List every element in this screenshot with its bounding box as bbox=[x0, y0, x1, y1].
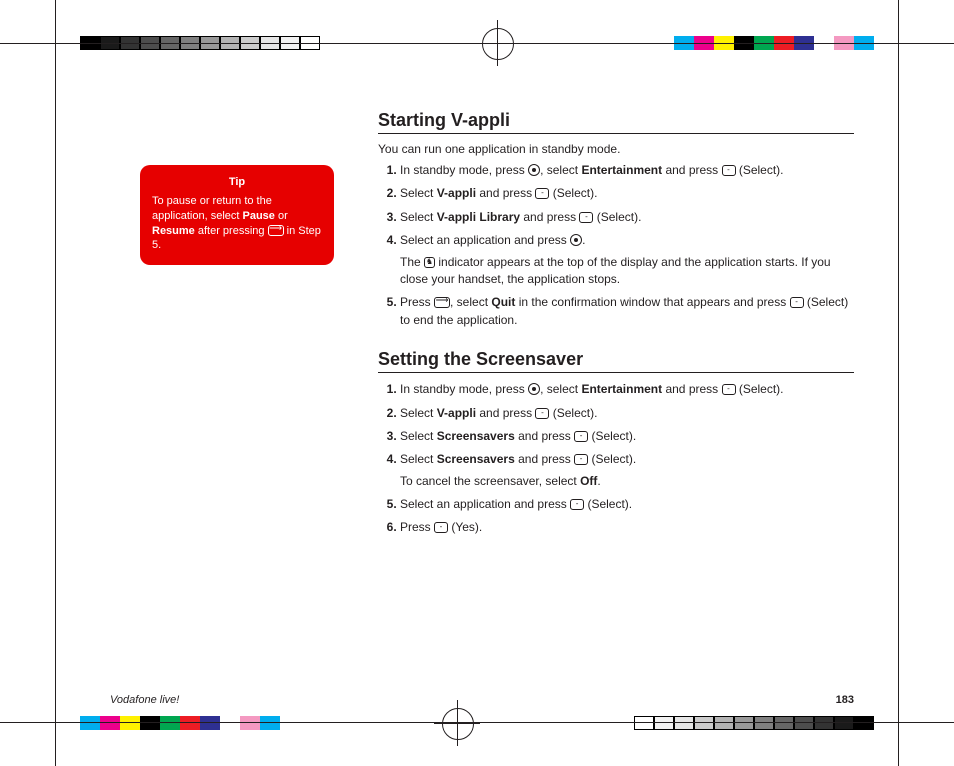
color-swatch bbox=[674, 716, 694, 730]
intro-text: You can run one application in standby m… bbox=[378, 142, 854, 156]
color-swatch bbox=[734, 716, 754, 730]
crop-rule bbox=[55, 0, 56, 766]
steps-starting-vappli: In standby mode, press , select Entertai… bbox=[378, 162, 854, 329]
color-swatch bbox=[854, 716, 874, 730]
step-note: To cancel the screensaver, select Off. bbox=[400, 473, 854, 490]
softkey-icon bbox=[574, 431, 588, 442]
color-swatch bbox=[814, 716, 834, 730]
heading-starting-vappli: Starting V-appli bbox=[378, 110, 854, 134]
center-key-icon bbox=[528, 383, 540, 395]
color-swatch bbox=[140, 716, 160, 730]
step-item: Press (Yes). bbox=[400, 519, 854, 536]
softkey-icon bbox=[574, 454, 588, 465]
step-item: Select V-appli and press (Select). bbox=[400, 185, 854, 202]
color-swatch bbox=[180, 716, 200, 730]
color-swatch bbox=[220, 716, 240, 730]
softkey-icon bbox=[579, 212, 593, 223]
color-swatch bbox=[694, 716, 714, 730]
heading-screensaver: Setting the Screensaver bbox=[378, 349, 854, 373]
step-item: Select an application and press (Select)… bbox=[400, 496, 854, 513]
softkey-icon bbox=[790, 297, 804, 308]
color-swatch bbox=[80, 716, 100, 730]
tip-title: Tip bbox=[152, 175, 322, 190]
softkey-icon bbox=[434, 522, 448, 533]
color-swatch bbox=[794, 716, 814, 730]
step-item: Select V-appli and press (Select). bbox=[400, 405, 854, 422]
tip-body: To pause or return to the application, s… bbox=[152, 194, 322, 253]
color-swatch bbox=[654, 716, 674, 730]
crop-rule bbox=[0, 722, 954, 723]
color-swatch bbox=[634, 716, 654, 730]
softkey-icon bbox=[570, 499, 584, 510]
color-swatch bbox=[160, 716, 180, 730]
color-swatch bbox=[200, 716, 220, 730]
registration-bar-bottom bbox=[0, 700, 954, 746]
crop-rule bbox=[898, 0, 899, 766]
color-swatch bbox=[100, 716, 120, 730]
page-content: Tip To pause or return to the applicatio… bbox=[110, 110, 854, 686]
step-item: Select Screensavers and press (Select). bbox=[400, 428, 854, 445]
color-swatch bbox=[834, 716, 854, 730]
softkey-icon bbox=[722, 165, 736, 176]
color-swatch bbox=[260, 716, 280, 730]
tip-box: Tip To pause or return to the applicatio… bbox=[140, 165, 334, 265]
register-target-icon bbox=[434, 700, 480, 746]
color-swatch bbox=[240, 716, 260, 730]
end-key-icon bbox=[268, 225, 284, 236]
color-swatch bbox=[754, 716, 774, 730]
color-swatch bbox=[120, 716, 140, 730]
step-item: Select an application and press . The in… bbox=[400, 232, 854, 288]
step-item: Press , select Quit in the confirmation … bbox=[400, 294, 854, 329]
app-indicator-icon bbox=[424, 257, 435, 268]
step-item: In standby mode, press , select Entertai… bbox=[400, 381, 854, 398]
page-footer: Vodafone live! 183 bbox=[110, 694, 854, 706]
softkey-icon bbox=[535, 188, 549, 199]
end-key-icon bbox=[434, 297, 450, 308]
center-key-icon bbox=[528, 164, 540, 176]
color-swatch bbox=[774, 716, 794, 730]
softkey-icon bbox=[535, 408, 549, 419]
step-item: In standby mode, press , select Entertai… bbox=[400, 162, 854, 179]
steps-screensaver: In standby mode, press , select Entertai… bbox=[378, 381, 854, 537]
footer-brand: Vodafone live! bbox=[110, 694, 179, 706]
step-item: Select Screensavers and press (Select). … bbox=[400, 451, 854, 490]
step-note: The indicator appears at the top of the … bbox=[400, 254, 854, 289]
center-key-icon bbox=[570, 234, 582, 246]
page-number: 183 bbox=[836, 694, 854, 706]
step-item: Select V-appli Library and press (Select… bbox=[400, 209, 854, 226]
softkey-icon bbox=[722, 384, 736, 395]
crop-rule bbox=[0, 43, 954, 44]
color-swatch bbox=[714, 716, 734, 730]
